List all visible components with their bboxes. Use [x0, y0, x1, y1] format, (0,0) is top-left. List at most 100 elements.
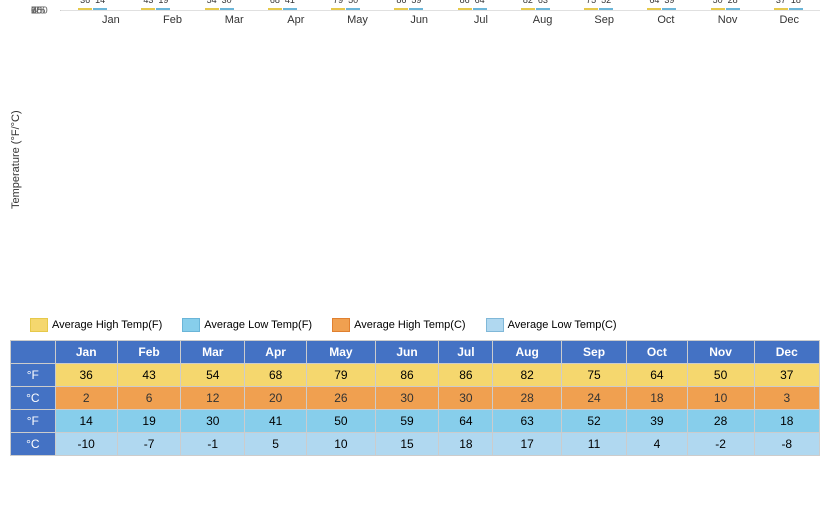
x-month-label: Mar [203, 11, 265, 26]
table-row: °F364354687986868275645037 [11, 364, 820, 387]
bar-label-high-f: 79 [333, 0, 343, 5]
bar-label-high-f: 64 [649, 0, 659, 5]
bar-label-low-f: 39 [664, 0, 674, 5]
table-cell: 15 [375, 433, 439, 456]
table-cell: 50 [307, 410, 376, 433]
bar-high-f: 64 [647, 8, 661, 10]
table-cell: -2 [687, 433, 754, 456]
bar-label-high-f: 86 [396, 0, 406, 5]
table-cell: 37 [754, 364, 819, 387]
table-cell: 30 [375, 387, 439, 410]
table-cell: 18 [754, 410, 819, 433]
bar-label-high-f: 75 [586, 0, 596, 5]
table-header-cell [11, 341, 56, 364]
legend-item: Average High Temp(C) [332, 318, 465, 332]
bar-label-low-f: 41 [285, 0, 295, 5]
table-row-label: °F [11, 410, 56, 433]
table-cell: 3 [754, 387, 819, 410]
table-header-cell: Aug [493, 341, 561, 364]
bar-label-low-f: 63 [538, 0, 548, 5]
y-tick-label: -25 [31, 6, 45, 17]
bar-low-f: 39 [662, 8, 676, 10]
bar-high-f: 75 [584, 8, 598, 10]
bar-label-high-f: 68 [270, 0, 280, 5]
table-cell: 36 [55, 364, 117, 387]
bar-high-f: 82 [521, 8, 535, 10]
table-row: °F141930415059646352392818 [11, 410, 820, 433]
bar-high-f: 50 [711, 8, 725, 10]
bar-label-low-f: 14 [95, 0, 105, 5]
x-axis: JanFebMarAprMayJunJulAugSepOctNovDec [80, 11, 820, 26]
table-header-cell: Dec [754, 341, 819, 364]
bar-high-f: 37 [774, 8, 788, 10]
main-container: Temperature (°F/°C) 1007550250-25 361443… [0, 0, 830, 461]
table-header-cell: May [307, 341, 376, 364]
table-cell: 30 [181, 410, 245, 433]
table-cell: 28 [687, 410, 754, 433]
table-cell: -8 [754, 433, 819, 456]
bar-label-high-f: 82 [523, 0, 533, 5]
table-cell: 19 [117, 410, 181, 433]
x-month-label: Jun [388, 11, 450, 26]
bar-label-low-f: 64 [475, 0, 485, 5]
table-row-label: °C [11, 387, 56, 410]
table-row: °C-10-7-1510151817114-2-8 [11, 433, 820, 456]
bar-label-low-f: 19 [158, 0, 168, 5]
bar-label-high-f: 37 [776, 0, 786, 5]
table-cell: 5 [245, 433, 307, 456]
table-cell: 6 [117, 387, 181, 410]
table-cell: -7 [117, 433, 181, 456]
legend-label: Average High Temp(F) [52, 319, 162, 331]
x-month-label: Jul [450, 11, 512, 26]
chart-wrapper: Temperature (°F/°C) 1007550250-25 361443… [10, 10, 820, 310]
bar-low-f: 64 [473, 8, 487, 10]
table-row-label: °C [11, 433, 56, 456]
chart-area: 1007550250-25 36144319543068417950865986… [60, 10, 820, 11]
table-cell: 18 [627, 387, 687, 410]
bar-low-f: 52 [599, 8, 613, 10]
table-cell: 52 [561, 410, 626, 433]
data-table: JanFebMarAprMayJunJulAugSepOctNovDec°F36… [10, 340, 820, 456]
table-cell: 86 [375, 364, 439, 387]
table-cell: 10 [307, 433, 376, 456]
legend-item: Average Low Temp(C) [486, 318, 617, 332]
legend-color-box [332, 318, 350, 332]
table-header-cell: Mar [181, 341, 245, 364]
x-month-label: Dec [758, 11, 820, 26]
x-month-label: Oct [635, 11, 697, 26]
table-header-cell: Jun [375, 341, 439, 364]
table-cell: 17 [493, 433, 561, 456]
bar-label-low-f: 28 [728, 0, 738, 5]
table-row-label: °F [11, 364, 56, 387]
table-header-cell: Apr [245, 341, 307, 364]
table-cell: 82 [493, 364, 561, 387]
table-cell: 10 [687, 387, 754, 410]
legend-item: Average Low Temp(F) [182, 318, 312, 332]
table-cell: 54 [181, 364, 245, 387]
table-header-cell: Feb [117, 341, 181, 364]
bar-label-high-f: 54 [207, 0, 217, 5]
legend-color-box [486, 318, 504, 332]
table-header-cell: Jul [439, 341, 493, 364]
x-month-label: Nov [697, 11, 759, 26]
table-cell: 59 [375, 410, 439, 433]
table-cell: 79 [307, 364, 376, 387]
table-cell: -10 [55, 433, 117, 456]
grid-line: -25 [61, 10, 820, 11]
legend-item: Average High Temp(F) [30, 318, 162, 332]
table-cell: 30 [439, 387, 493, 410]
table-cell: 64 [439, 410, 493, 433]
table-cell: 41 [245, 410, 307, 433]
table-cell: 68 [245, 364, 307, 387]
x-month-label: Jan [80, 11, 142, 26]
bar-high-f: 43 [141, 8, 155, 10]
table-header-cell: Nov [687, 341, 754, 364]
table-cell: -1 [181, 433, 245, 456]
legend-label: Average Low Temp(C) [508, 319, 617, 331]
bar-high-f: 36 [78, 8, 92, 10]
table-cell: 18 [439, 433, 493, 456]
table-cell: 2 [55, 387, 117, 410]
legend-color-box [30, 318, 48, 332]
legend-label: Average Low Temp(F) [204, 319, 312, 331]
table-cell: 20 [245, 387, 307, 410]
